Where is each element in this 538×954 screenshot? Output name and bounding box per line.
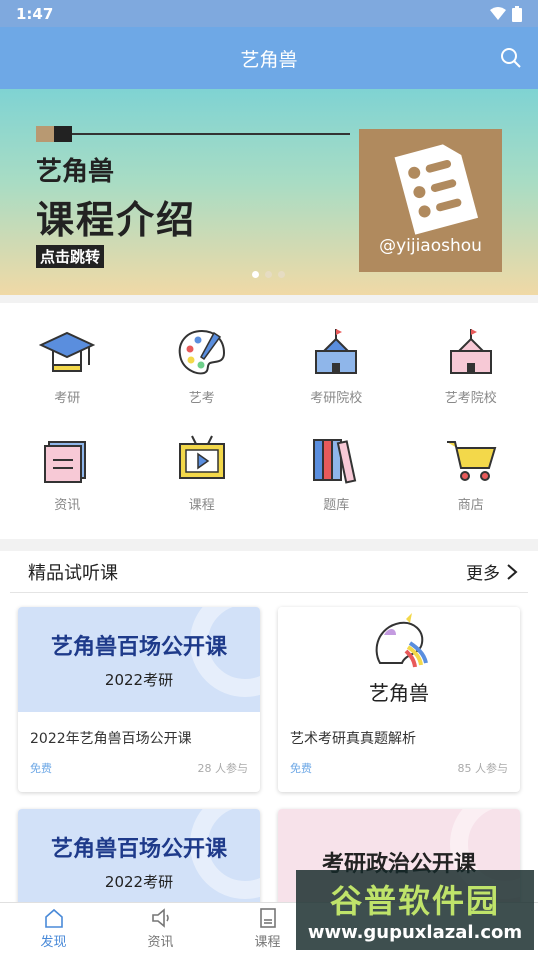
banner-decor <box>36 126 54 142</box>
category-grid: 考研 艺考 考研院校 艺考院校 资讯 课程 题库 商店 <box>0 303 538 539</box>
price-badge: 免费 <box>30 762 52 775</box>
banner-divider <box>72 133 350 135</box>
category-yikao[interactable]: 艺考 <box>135 325 270 432</box>
course-cover: 艺角兽百场公开课 2022考研 <box>18 809 260 914</box>
battery-icon <box>512 5 522 22</box>
participant-count: 85 人参与 <box>457 762 509 775</box>
category-kaoyan[interactable]: 考研 <box>0 325 135 432</box>
course-card[interactable]: 艺角兽百场公开课 2022考研 2022年艺角兽百场公开课 免费 28 人参与 <box>18 607 260 792</box>
more-label: 更多 <box>466 564 500 584</box>
category-label: 课程 <box>188 498 215 513</box>
course-cover: 艺角兽百场公开课 2022考研 <box>18 607 260 712</box>
cover-title: 艺角兽 <box>369 681 429 705</box>
cart-icon <box>446 441 497 481</box>
books-icon <box>313 439 357 484</box>
course-title: 艺术考研真真题解析 <box>290 731 416 747</box>
cover-subtitle: 2022考研 <box>104 671 174 689</box>
page-title: 艺角兽 <box>240 48 298 71</box>
course-title: 2022年艺角兽百场公开课 <box>30 731 192 747</box>
course-meta: 免费 85 人参与 <box>278 756 520 780</box>
category-label: 资讯 <box>54 498 81 513</box>
category-label: 艺考院校 <box>444 391 497 406</box>
tab-label: 发现 <box>40 935 67 950</box>
watermark-url: www.gupuxlazal.com <box>307 922 523 943</box>
wifi-icon <box>490 6 506 20</box>
banner-cta[interactable]: 点击跳转 <box>36 245 105 268</box>
category-label: 商店 <box>457 498 484 513</box>
carousel-dot <box>252 271 259 278</box>
document-icon <box>259 908 276 928</box>
category-news[interactable]: 资讯 <box>0 432 135 539</box>
speaker-icon <box>151 908 169 928</box>
app-header: 艺角兽 <box>0 27 538 89</box>
status-time: 1:47 <box>16 4 54 23</box>
tab-label: 课程 <box>254 935 281 950</box>
category-kaoyan-schools[interactable]: 考研院校 <box>269 325 404 432</box>
search-icon[interactable] <box>500 47 522 69</box>
course-cover: 艺角兽 <box>278 607 520 712</box>
art-school-icon <box>449 329 492 374</box>
category-label: 艺考 <box>188 391 215 406</box>
price-badge: 免费 <box>290 762 312 775</box>
school-building-icon <box>315 329 358 374</box>
tab-discover[interactable]: 发现 <box>0 903 107 954</box>
section-title: 精品试听课 <box>28 562 118 584</box>
section-header: 精品试听课 更多 <box>10 551 528 593</box>
home-icon <box>44 908 63 928</box>
course-card[interactable]: 艺角兽 艺术考研真真题解析 免费 85 人参与 <box>278 607 520 792</box>
watermark-name: 谷普软件园 <box>329 882 500 920</box>
category-label: 考研 <box>54 391 81 406</box>
watermark: 谷普软件园 www.gupuxlazal.com <box>296 870 534 950</box>
banner-brand: 艺角兽 <box>36 157 115 187</box>
banner-handle: @yijiaoshou <box>379 236 482 256</box>
status-bar: 1:47 <box>0 0 538 27</box>
course-meta: 免费 28 人参与 <box>18 756 260 780</box>
news-icon <box>44 441 87 483</box>
more-link[interactable]: 更多 <box>466 559 518 584</box>
category-yikao-schools[interactable]: 艺考院校 <box>404 325 538 432</box>
category-store[interactable]: 商店 <box>404 432 538 539</box>
carousel-dot <box>278 271 285 278</box>
cover-title: 艺角兽百场公开课 <box>50 635 227 660</box>
carousel-dot <box>265 271 272 278</box>
category-courses[interactable]: 课程 <box>135 432 270 539</box>
unicorn-logo-icon <box>375 613 428 668</box>
banner-heading: 课程介绍 <box>36 198 197 242</box>
tab-news[interactable]: 资讯 <box>107 903 214 954</box>
graduation-cap-icon <box>39 331 96 372</box>
carousel-indicator <box>252 271 285 278</box>
cover-title: 艺角兽百场公开课 <box>50 837 227 862</box>
banner-decor <box>54 126 72 142</box>
chevron-right-icon <box>507 563 518 580</box>
participant-count: 28 人参与 <box>197 762 249 775</box>
promo-banner[interactable]: 艺角兽 课程介绍 点击跳转 @yijiaoshou <box>0 89 538 295</box>
tv-play-icon <box>178 435 225 479</box>
palette-icon <box>178 329 225 375</box>
tab-label: 资讯 <box>147 935 174 950</box>
category-question-bank[interactable]: 题库 <box>269 432 404 539</box>
status-icons <box>490 5 522 22</box>
category-label: 考研院校 <box>310 391 363 406</box>
cover-subtitle: 2022考研 <box>104 873 174 891</box>
category-label: 题库 <box>323 498 350 513</box>
